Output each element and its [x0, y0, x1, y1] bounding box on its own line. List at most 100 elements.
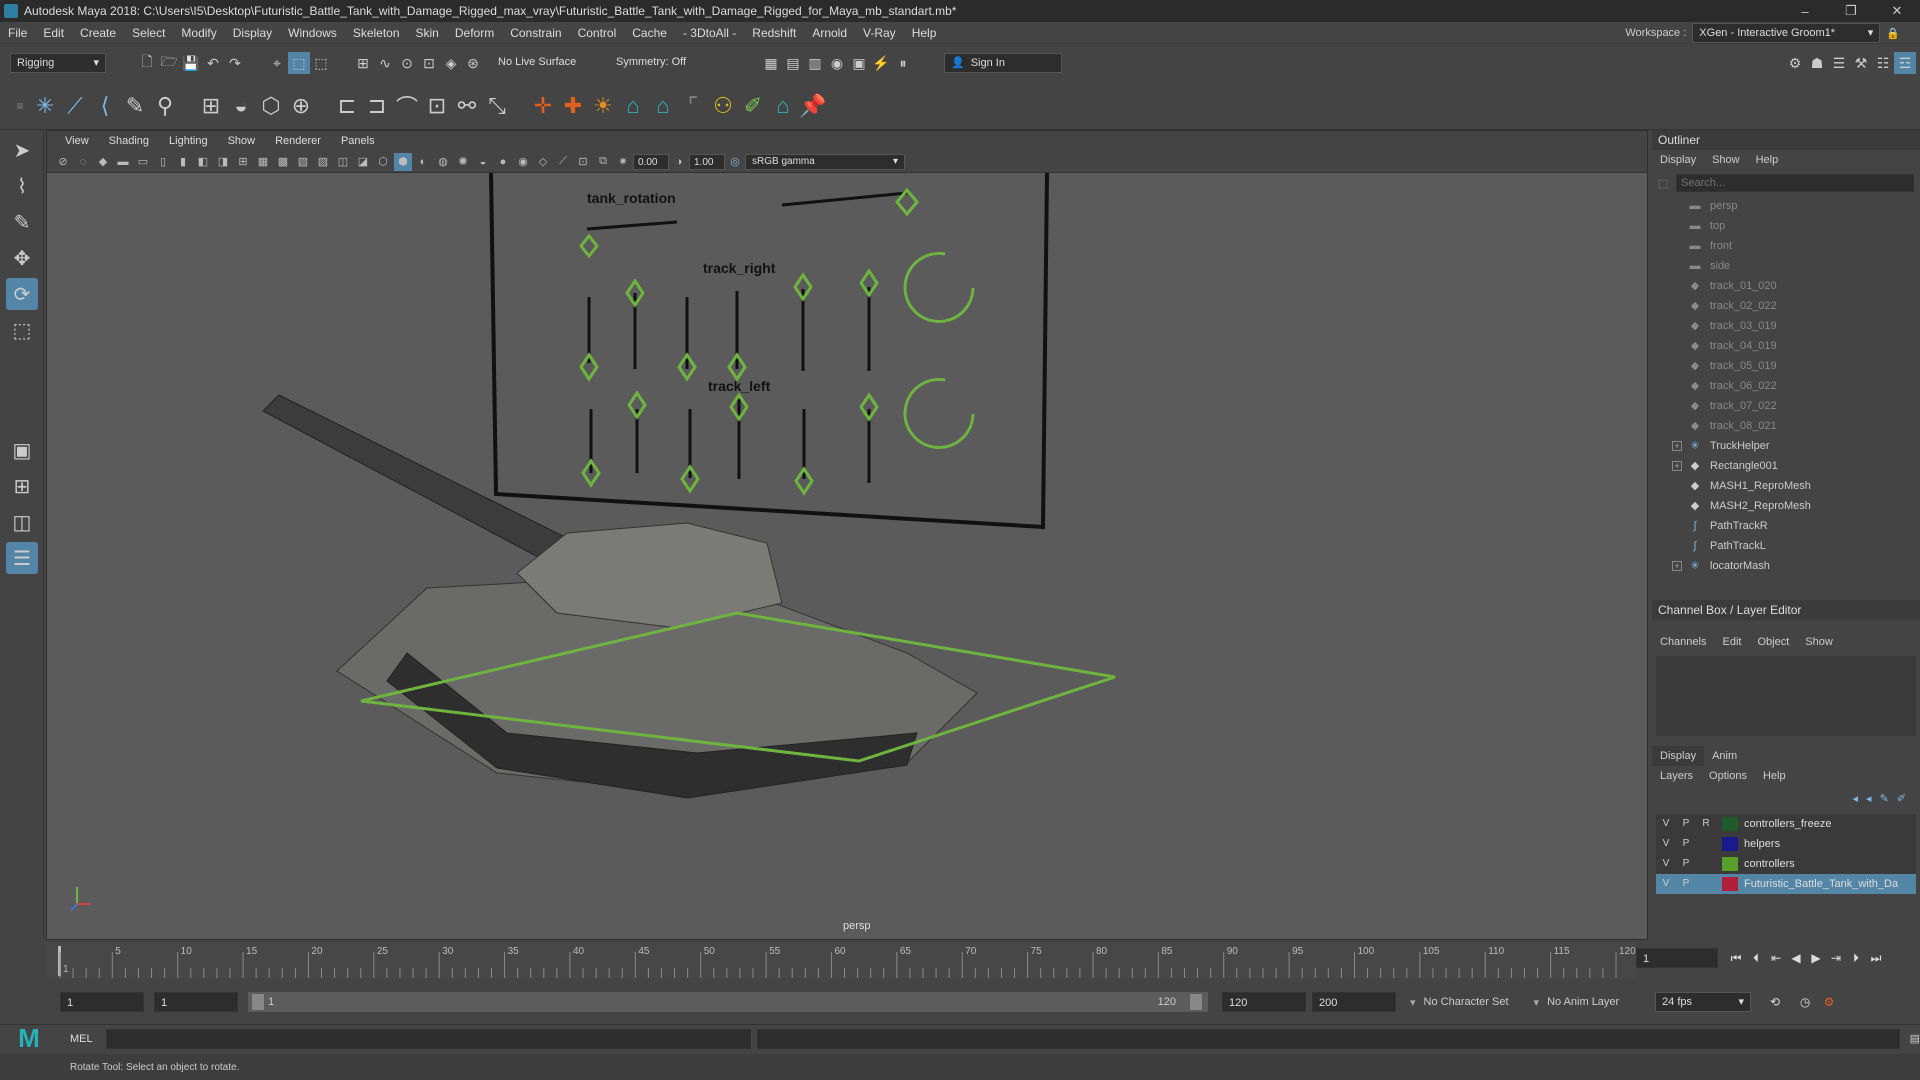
outliner-menu-help[interactable]: Help — [1748, 150, 1787, 170]
symmetry-dropdown[interactable]: Symmetry: Off — [610, 53, 720, 73]
layer-row[interactable]: V Phelpers — [1656, 834, 1916, 854]
outliner-item[interactable]: ◆ track_03_019 — [1672, 316, 1920, 336]
layer-playback-toggle[interactable]: P — [1676, 856, 1696, 872]
character-controls-icon[interactable]: ☗ — [1806, 52, 1828, 74]
xray-icon[interactable]: ⬢ — [394, 152, 412, 171]
attribute-editor-icon[interactable]: ☰ — [1828, 52, 1850, 74]
render-view-icon[interactable]: ▦ — [760, 52, 782, 74]
layer-color-swatch[interactable] — [1722, 857, 1738, 871]
color-management-icon[interactable]: ◎ — [726, 153, 744, 171]
close-button[interactable]: ✕ — [1874, 0, 1920, 22]
menu-help[interactable]: Help — [904, 22, 945, 44]
exposure-field[interactable]: 0.00 — [633, 153, 669, 170]
character-icon[interactable]: ☀ — [588, 89, 618, 123]
vray-render-icon[interactable]: ⚡ — [870, 52, 892, 74]
scale-tool-icon[interactable]: ⬚ — [6, 314, 38, 346]
outliner-item[interactable]: ◆ MASH1_ReproMesh — [1672, 476, 1920, 496]
gate-mask-icon[interactable]: ▮ — [174, 153, 192, 171]
fps-dropdown[interactable]: 24 fps ▾ — [1655, 992, 1752, 1012]
menu-redshift[interactable]: Redshift — [744, 22, 804, 44]
expand-icon[interactable]: + — [1672, 461, 1682, 471]
select-tool-icon[interactable]: ➤ — [6, 134, 38, 166]
render-frame-icon[interactable]: ▤ — [782, 52, 804, 74]
menu-arnold[interactable]: Arnold — [804, 22, 855, 44]
viewport-scene[interactable]: tank_rotation track_right track_left per… — [47, 173, 1647, 939]
outliner-item[interactable]: ∫ PathTrackL — [1672, 536, 1920, 556]
menu-3dtoall[interactable]: - 3DtoAll - — [675, 22, 744, 44]
step-back-icon[interactable]: ⏴ — [1746, 948, 1766, 968]
menu-control[interactable]: Control — [570, 22, 625, 44]
layer-row[interactable]: V Pcontrollers — [1656, 854, 1916, 874]
vp-menu-panels[interactable]: Panels — [331, 131, 385, 151]
paint-select-tool-icon[interactable]: ✎ — [6, 206, 38, 238]
rotate-control-bottom[interactable] — [903, 377, 975, 449]
character-set-dropdown[interactable]: No Character Set — [1424, 996, 1534, 1008]
hik-character-icon[interactable]: ⌂ — [618, 89, 648, 123]
film-gate-icon[interactable]: ▭ — [134, 153, 152, 171]
outliner-layout-icon[interactable]: ☰ — [6, 542, 38, 574]
outliner-item[interactable]: ◆ track_07_022 — [1672, 396, 1920, 416]
quick-rig-icon[interactable]: ⚇ — [708, 89, 738, 123]
sign-in-button[interactable]: 👤 Sign In — [944, 53, 1062, 73]
layer-color-swatch[interactable] — [1722, 837, 1738, 851]
layer-color-swatch[interactable] — [1722, 877, 1738, 891]
outliner-menu-display[interactable]: Display — [1652, 150, 1704, 170]
save-scene-icon[interactable]: 💾 — [180, 52, 202, 74]
outliner-item[interactable]: ∫ PathTrackR — [1672, 516, 1920, 536]
new-empty-layer-icon[interactable]: ✎ — [1880, 792, 1889, 805]
outliner-item[interactable]: + ◆ Rectangle001 — [1672, 456, 1920, 476]
paint-skin-icon[interactable]: ✐ — [738, 89, 768, 123]
orient-constraint-icon[interactable]: ⌒ — [392, 89, 422, 123]
vp-menu-view[interactable]: View — [55, 131, 99, 151]
go-to-end-icon[interactable]: ⏭ — [1866, 948, 1886, 968]
outliner-item[interactable]: ◆ track_02_022 — [1672, 296, 1920, 316]
field-chart-icon[interactable]: ◧ — [194, 153, 212, 171]
wireframe-icon[interactable]: ▦ — [254, 153, 272, 171]
lasso-tool-icon[interactable]: ⌇ — [6, 170, 38, 202]
display-layer-icon[interactable]: ◉ — [514, 153, 532, 171]
snap-view-icon[interactable]: ⊡ — [418, 52, 440, 74]
expand-icon[interactable]: + — [1672, 561, 1682, 571]
menu-skin[interactable]: Skin — [408, 22, 447, 44]
render-settings-icon[interactable]: ◉ — [826, 52, 848, 74]
menu-vray[interactable]: V-Ray — [855, 22, 904, 44]
parent-constraint-icon[interactable]: ⚯ — [452, 89, 482, 123]
cb-menu-edit[interactable]: Edit — [1714, 632, 1749, 652]
hud-icon[interactable]: ◇ — [534, 153, 552, 171]
time-slider[interactable]: 1 5 10 15 20 25 30 35 40 45 50 55 60 65 70 75 80 85 90 95 10… — [46, 942, 1920, 978]
safe-action-icon[interactable]: ◨ — [214, 153, 232, 171]
cb-menu-channels[interactable]: Channels — [1652, 632, 1714, 652]
menu-skeleton[interactable]: Skeleton — [345, 22, 408, 44]
shadows-icon[interactable]: ◪ — [354, 153, 372, 171]
aim-constraint-icon[interactable]: ⊐ — [362, 89, 392, 123]
lattice-icon[interactable]: ◒ — [226, 89, 256, 123]
lock-icon[interactable]: 🔒 — [1886, 27, 1900, 40]
outliner-item[interactable]: ▬ top — [1672, 216, 1920, 236]
select-hierarchy-icon[interactable]: ⌖ — [266, 52, 288, 74]
step-forward-key-icon[interactable]: ⇥ — [1826, 948, 1846, 968]
toggle-icon[interactable]: ⟋ — [554, 153, 572, 171]
layer-menu-options[interactable]: Options — [1701, 766, 1755, 786]
cb-menu-show[interactable]: Show — [1797, 632, 1841, 652]
channel-box-icon[interactable]: ☷ — [1872, 52, 1894, 74]
outliner-item[interactable]: ◆ track_04_019 — [1672, 336, 1920, 356]
default-material-icon[interactable]: ▧ — [294, 153, 312, 171]
menu-select[interactable]: Select — [124, 22, 173, 44]
create-cluster-icon[interactable]: ⊞ — [196, 89, 226, 123]
vp-menu-show[interactable]: Show — [218, 131, 266, 151]
menu-windows[interactable]: Windows — [280, 22, 345, 44]
outliner-menu-show[interactable]: Show — [1704, 150, 1748, 170]
layer-editor-icon[interactable]: ☲ — [1894, 52, 1916, 74]
layer-menu-help[interactable]: Help — [1755, 766, 1794, 786]
create-joints-icon[interactable]: ✳ — [30, 89, 60, 123]
range-handle-start[interactable] — [252, 994, 264, 1010]
scene-start-field[interactable]: 1 — [60, 992, 144, 1012]
snap-grid-icon[interactable]: ⊞ — [352, 52, 374, 74]
hik-skeleton-icon[interactable]: ⌂ — [768, 89, 798, 123]
outliner-item[interactable]: ◆ track_05_019 — [1672, 356, 1920, 376]
layer-color-swatch[interactable] — [1722, 817, 1738, 831]
playback-start-field[interactable]: 1 — [154, 992, 238, 1012]
gamma-icon[interactable]: ◑ — [670, 153, 688, 171]
range-slider[interactable]: 1 120 — [248, 992, 1208, 1012]
bracket-icon[interactable]: ⌜ — [678, 89, 708, 123]
